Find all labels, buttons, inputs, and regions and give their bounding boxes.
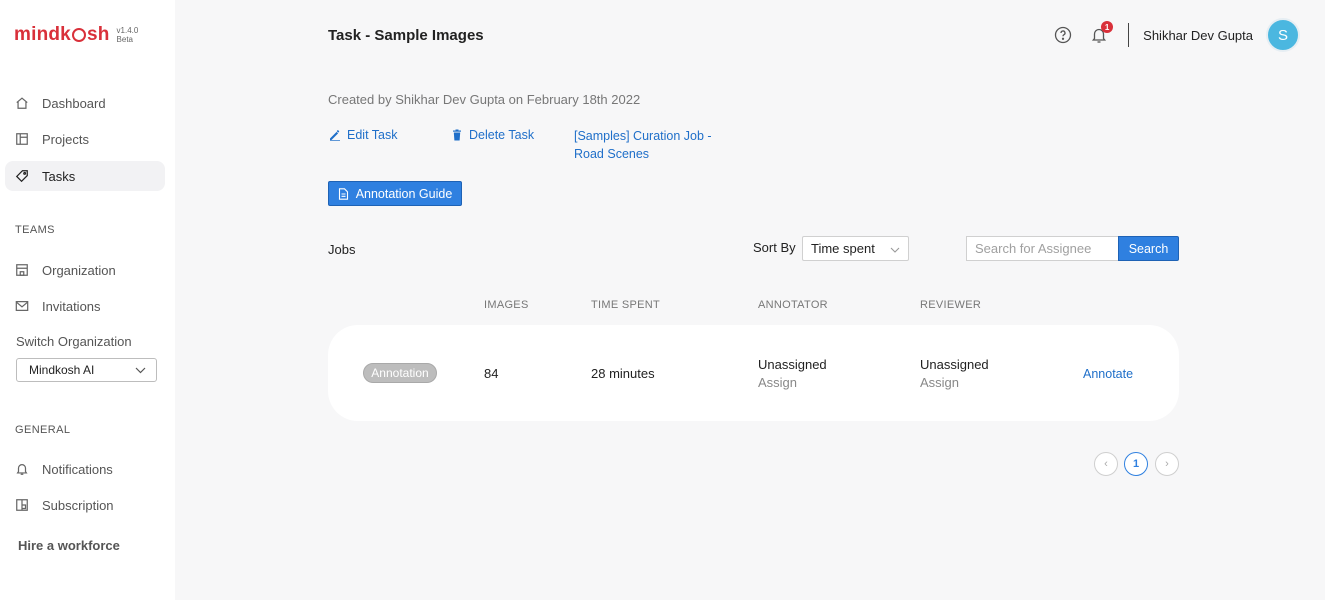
- sidebar-item-organization[interactable]: Organization: [5, 255, 165, 285]
- projects-icon: [15, 132, 29, 146]
- brand-logo[interactable]: mindk sh v1.4.0 Beta: [14, 22, 138, 48]
- user-name[interactable]: Shikhar Dev Gupta: [1143, 28, 1253, 43]
- edit-task-link[interactable]: Edit Task: [329, 128, 398, 142]
- help-icon[interactable]: [1054, 26, 1072, 44]
- time-spent-value: 28 minutes: [591, 366, 655, 381]
- hire-workforce-link[interactable]: Hire a workforce: [18, 538, 120, 553]
- sidebar-item-label: Tasks: [42, 168, 76, 184]
- section-label-general: GENERAL: [15, 424, 71, 436]
- sidebar-item-invitations[interactable]: Invitations: [5, 291, 165, 321]
- logo-text: mindk sh: [14, 24, 110, 45]
- chevron-down-icon: [135, 363, 146, 377]
- subscription-icon: [15, 498, 29, 512]
- notifications-button[interactable]: 1: [1090, 21, 1114, 44]
- document-icon: [338, 187, 348, 200]
- pencil-icon: [330, 130, 340, 141]
- annotate-link[interactable]: Annotate: [1083, 367, 1133, 381]
- created-by-text: Created by Shikhar Dev Gupta on February…: [328, 92, 641, 107]
- bell-icon: [15, 462, 29, 476]
- delete-task-link[interactable]: Delete Task: [451, 128, 534, 142]
- sidebar-item-label: Organization: [42, 262, 116, 278]
- sidebar-item-label: Dashboard: [42, 95, 106, 111]
- notification-badge: 1: [1101, 21, 1114, 33]
- pagination-next-button[interactable]: ›: [1155, 452, 1179, 476]
- table-row: Annotation 84 28 minutes Unassigned Assi…: [328, 325, 1179, 421]
- page-title: Task - Sample Images: [328, 27, 484, 44]
- curation-job-link[interactable]: [Samples] Curation Job - Road Scenes: [574, 127, 724, 163]
- assign-annotator-link[interactable]: Assign: [758, 375, 797, 390]
- delete-task-label: Delete Task: [469, 128, 535, 142]
- column-header-annotator: ANNOTATOR: [758, 299, 828, 311]
- sidebar-item-tasks[interactable]: Tasks: [5, 161, 165, 191]
- sort-by-label: Sort By: [753, 240, 796, 255]
- trash-icon: [453, 129, 461, 141]
- pagination-prev-button[interactable]: ‹: [1094, 452, 1118, 476]
- sidebar-item-dashboard[interactable]: Dashboard: [5, 88, 165, 118]
- sidebar-item-label: Notifications: [42, 461, 113, 477]
- sidebar: mindk sh v1.4.0 Beta Dashboard Projects Ta…: [0, 0, 175, 600]
- sort-by-select[interactable]: Time spent: [802, 236, 909, 261]
- chevron-down-icon: [890, 241, 900, 256]
- header-actions: 1 Shikhar Dev Gupta S: [1054, 18, 1300, 52]
- annotation-guide-label: Annotation Guide: [355, 186, 453, 201]
- sidebar-item-notifications[interactable]: Notifications: [5, 454, 165, 484]
- avatar[interactable]: S: [1266, 18, 1300, 52]
- switch-organization-label: Switch Organization: [16, 334, 132, 349]
- sort-by-value: Time spent: [811, 241, 875, 256]
- column-header-reviewer: REVIEWER: [920, 299, 982, 311]
- organization-select[interactable]: Mindkosh AI: [16, 358, 157, 382]
- sidebar-item-subscription[interactable]: Subscription: [5, 490, 165, 520]
- logo-sun-icon: [71, 28, 86, 42]
- jobs-heading: Jobs: [328, 242, 356, 257]
- sidebar-item-label: Projects: [42, 131, 89, 147]
- home-icon: [15, 96, 29, 110]
- logo-version: v1.4.0 Beta: [116, 26, 139, 44]
- search-button[interactable]: Search: [1118, 236, 1179, 261]
- assign-reviewer-link[interactable]: Assign: [920, 375, 959, 390]
- pagination-page-1[interactable]: 1: [1124, 452, 1148, 476]
- annotator-value: Unassigned: [758, 357, 827, 372]
- assignee-search-input[interactable]: [966, 236, 1119, 261]
- building-icon: [15, 263, 29, 277]
- sidebar-item-projects[interactable]: Projects: [5, 124, 165, 154]
- sidebar-item-label: Invitations: [42, 298, 101, 314]
- organization-select-value: Mindkosh AI: [29, 363, 95, 377]
- mail-icon: [15, 299, 29, 313]
- tag-icon: [15, 169, 29, 183]
- annotation-guide-button[interactable]: Annotation Guide: [328, 181, 462, 206]
- header-divider: [1128, 23, 1130, 47]
- section-label-teams: TEAMS: [15, 224, 55, 236]
- edit-task-label: Edit Task: [347, 128, 398, 142]
- sidebar-item-label: Subscription: [42, 497, 114, 513]
- status-badge: Annotation: [363, 363, 437, 383]
- column-header-images: IMAGES: [484, 299, 529, 311]
- column-header-time-spent: TIME SPENT: [591, 299, 661, 311]
- reviewer-value: Unassigned: [920, 357, 989, 372]
- images-count: 84: [484, 366, 499, 381]
